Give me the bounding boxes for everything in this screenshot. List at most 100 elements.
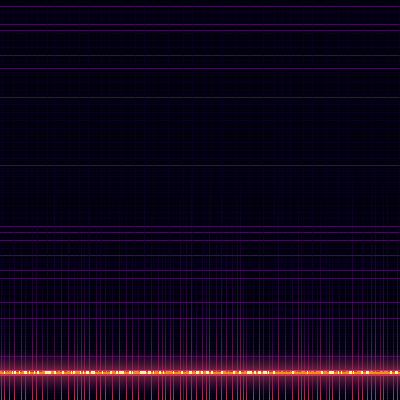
harmonic-line	[0, 40, 400, 41]
fundamental-flicker	[338, 371, 339, 374]
fundamental-flicker	[346, 371, 348, 374]
noise-row	[0, 130, 400, 131]
noise-row	[0, 26, 400, 27]
fundamental-flicker	[169, 371, 172, 374]
fundamental-flicker	[375, 371, 376, 374]
fundamental-band	[0, 370, 400, 376]
noise-row	[0, 222, 400, 223]
fundamental-flicker	[301, 371, 304, 374]
noise-row	[0, 106, 400, 107]
fundamental-flicker	[211, 371, 213, 374]
fundamental-flicker	[122, 371, 124, 374]
noise-row	[0, 152, 400, 153]
harmonic-line	[0, 12, 400, 13]
noise-row	[0, 62, 400, 63]
fundamental-flicker	[9, 371, 11, 374]
harmonic-line	[0, 82, 400, 83]
noise-row	[0, 216, 400, 217]
harmonic-line	[0, 68, 400, 69]
harmonic-line	[0, 182, 400, 183]
harmonic-line	[0, 158, 400, 159]
noise-row	[0, 178, 400, 179]
fundamental-flicker	[143, 371, 146, 374]
harmonic-line	[0, 24, 400, 25]
fundamental-flicker	[80, 371, 81, 374]
noise-row	[0, 70, 400, 71]
noise-row	[0, 256, 400, 257]
fundamental-flicker	[153, 371, 154, 374]
noise-row	[0, 188, 400, 189]
fundamental-flicker	[297, 371, 298, 374]
fundamental-flicker	[304, 371, 305, 374]
faint-column	[235, 0, 236, 400]
fundamental-flicker	[106, 371, 107, 374]
fundamental-flicker	[382, 371, 383, 374]
fundamental-flicker	[102, 371, 103, 374]
faint-column	[79, 0, 80, 400]
noise-row	[0, 228, 400, 229]
noise-row	[0, 202, 400, 203]
noise-row	[0, 52, 400, 53]
noise-row	[0, 72, 400, 73]
fundamental-flicker	[331, 371, 334, 374]
noise-row	[0, 80, 400, 81]
noise-row	[0, 10, 400, 11]
noise-row	[0, 224, 400, 225]
noise-row	[0, 204, 400, 205]
faint-column	[326, 0, 327, 400]
fundamental-flicker	[390, 371, 392, 374]
harmonic-line	[0, 196, 400, 197]
noise-row	[0, 50, 400, 51]
fundamental-flicker	[54, 371, 56, 374]
fundamental-flicker	[116, 371, 118, 374]
noise-row	[0, 94, 400, 95]
fundamental-flicker	[163, 371, 164, 374]
harmonic-line	[0, 226, 400, 227]
noise-row	[0, 186, 400, 187]
harmonic-line	[0, 205, 400, 206]
fundamental-flicker	[290, 371, 291, 374]
fundamental-flicker	[193, 371, 195, 374]
fundamental-flicker	[86, 371, 89, 374]
faint-column	[153, 0, 154, 400]
noise-row	[0, 148, 400, 149]
fundamental-flicker	[67, 371, 70, 374]
fundamental-flicker	[173, 371, 174, 374]
harmonic-line	[0, 33, 400, 34]
noise-row	[0, 168, 400, 169]
noise-row	[0, 56, 400, 57]
fundamental-flicker	[263, 371, 265, 374]
harmonic-line	[0, 262, 400, 263]
fundamental-flicker	[159, 371, 161, 374]
noise-row	[0, 86, 400, 87]
fundamental-flicker	[235, 371, 237, 374]
harmonic-line	[0, 47, 400, 48]
fundamental-flicker	[186, 371, 188, 374]
harmonic-line	[0, 128, 400, 129]
harmonic-line	[0, 18, 400, 19]
noise-row	[0, 58, 400, 59]
noise-row	[0, 258, 400, 259]
fundamental-flicker	[316, 371, 318, 374]
fundamental-flicker	[148, 371, 151, 374]
noise-row	[0, 164, 400, 165]
faint-column	[37, 0, 38, 400]
harmonic-line	[0, 248, 400, 249]
noise-row	[0, 242, 400, 243]
noise-row	[0, 136, 400, 137]
noise-row	[0, 260, 400, 261]
noise-row	[0, 100, 400, 101]
noise-row	[0, 252, 400, 253]
fundamental-flicker	[181, 371, 183, 374]
noise-row	[0, 44, 400, 45]
faint-column	[121, 0, 122, 400]
fundamental-flicker	[336, 371, 337, 374]
faint-column	[183, 0, 184, 400]
noise-row	[0, 114, 400, 115]
spectrogram-image	[0, 0, 400, 400]
noise-row	[0, 66, 400, 67]
fundamental-flicker	[83, 371, 84, 374]
fundamental-flicker	[19, 371, 20, 374]
fundamental-flicker	[353, 371, 354, 374]
fundamental-flicker	[42, 371, 45, 374]
